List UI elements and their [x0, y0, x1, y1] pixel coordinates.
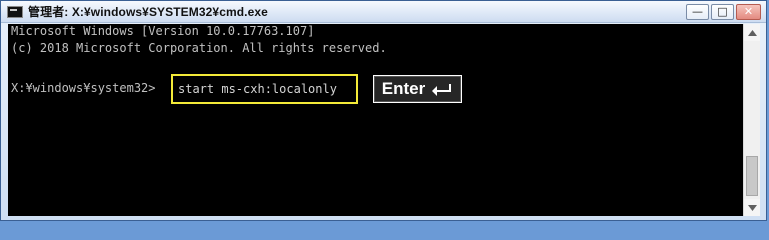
maximize-button[interactable]: □ — [711, 3, 734, 20]
version-line: Microsoft Windows [Version 10.0.17763.10… — [11, 24, 315, 38]
scroll-up-button[interactable] — [744, 24, 760, 41]
window-controls: — □ ✕ — [686, 3, 761, 20]
window-title: 管理者: X:¥windows¥SYSTEM32¥cmd.exe — [28, 5, 268, 19]
maximize-icon: □ — [717, 5, 728, 18]
command-text: start ms-cxh:localonly — [178, 82, 337, 96]
command-prompt: X:¥windows¥system32> — [11, 81, 156, 95]
cmd-window: 管理者: X:¥windows¥SYSTEM32¥cmd.exe — □ ✕ M… — [0, 0, 767, 221]
command-highlight-box: start ms-cxh:localonly — [171, 74, 358, 104]
close-icon: ✕ — [743, 5, 754, 18]
scroll-thumb[interactable] — [746, 156, 758, 196]
minimize-button[interactable]: — — [686, 3, 709, 20]
scroll-down-arrow-icon — [747, 204, 757, 211]
enter-key-face: Enter — [374, 76, 461, 102]
scroll-down-button[interactable] — [744, 199, 760, 216]
vertical-scrollbar[interactable] — [743, 24, 760, 216]
enter-arrow-icon — [432, 83, 452, 96]
enter-key-badge: Enter — [373, 75, 462, 103]
title-bar[interactable]: 管理者: X:¥windows¥SYSTEM32¥cmd.exe — □ ✕ — [1, 1, 766, 23]
console-output[interactable]: Microsoft Windows [Version 10.0.17763.10… — [8, 24, 753, 216]
enter-key-label: Enter — [381, 79, 426, 98]
close-button[interactable]: ✕ — [736, 3, 761, 20]
scroll-up-arrow-icon — [747, 29, 757, 36]
copyright-line: (c) 2018 Microsoft Corporation. All righ… — [11, 41, 387, 55]
minimize-icon: — — [692, 5, 703, 18]
console-app-icon[interactable] — [7, 5, 23, 18]
